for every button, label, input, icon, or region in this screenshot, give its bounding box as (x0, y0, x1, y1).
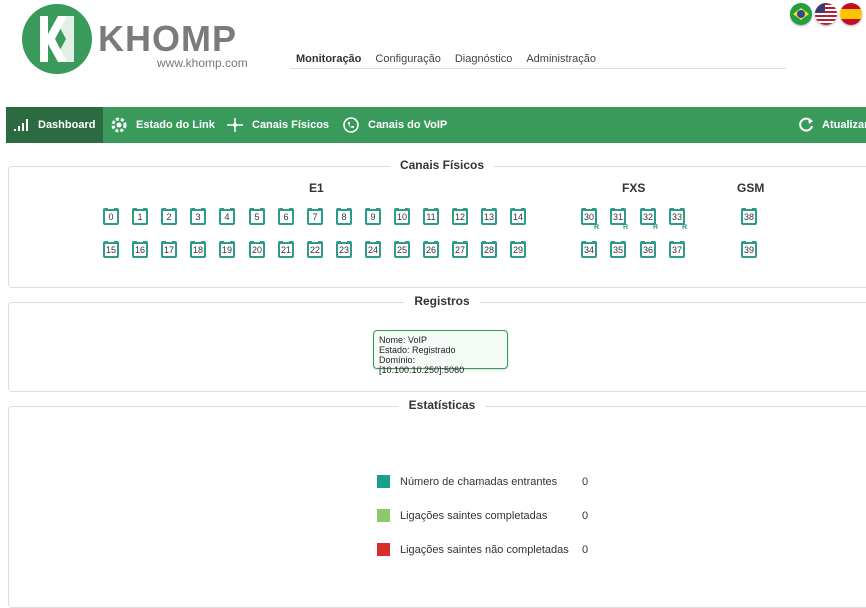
channel-port[interactable]: 11 (423, 207, 439, 225)
network-icon (226, 116, 244, 134)
nav-configuracao[interactable]: Configuração (375, 53, 440, 68)
channel-port[interactable]: 12 (452, 207, 468, 225)
main-menu-bar: Dashboard Estado do Link Canais Físicos … (6, 107, 866, 143)
registration-name: Nome: VoIP (379, 335, 428, 345)
channel-port[interactable]: 9 (365, 207, 381, 225)
menu-canais-voip[interactable]: Canais do VoIP (342, 107, 447, 143)
channel-port[interactable]: 26 (423, 240, 439, 258)
stat-label: Ligações saintes não completadas (400, 543, 569, 556)
registration-state: Estado: Registrado (379, 345, 456, 355)
channel-port[interactable]: 39 (741, 240, 757, 258)
flag-usa-icon[interactable] (815, 3, 837, 25)
port-r-mark: R (623, 224, 629, 231)
group-gsm-label: GSM (737, 181, 765, 195)
stat-value: 0 (582, 543, 589, 556)
stat-swatch (377, 509, 390, 522)
channel-port[interactable]: 36 (640, 240, 656, 258)
channel-port[interactable]: 31 (610, 207, 626, 225)
channel-port[interactable]: 16 (132, 240, 148, 258)
group-e1-label: E1 (309, 181, 324, 195)
logo-mark (22, 4, 92, 74)
language-selector (790, 3, 862, 25)
channel-port[interactable]: 5 (249, 207, 265, 225)
channel-port[interactable]: 3 (190, 207, 206, 225)
top-nav: Monitoração Configuração Diagnóstico Adm… (290, 53, 786, 69)
refresh-button[interactable]: Atualizar (798, 107, 866, 143)
menu-canais-fisicos-label: Canais Físicos (252, 119, 330, 131)
channel-port[interactable]: 13 (481, 207, 497, 225)
nav-monitoracao[interactable]: Monitoração (296, 53, 361, 68)
channel-port[interactable]: 14 (510, 207, 526, 225)
menu-estado-link-label: Estado do Link (136, 119, 215, 131)
brand-name: KHOMP (98, 18, 237, 59)
channel-port[interactable]: 23 (336, 240, 352, 258)
channel-port[interactable]: 18 (190, 240, 206, 258)
khomp-logo: KHOMP www.khomp.com (22, 4, 262, 74)
channel-port[interactable]: 2 (161, 207, 177, 225)
port-r-mark: R (682, 224, 688, 231)
nav-administracao[interactable]: Administração (526, 53, 596, 68)
port-r-mark: R (653, 224, 659, 231)
menu-canais-fisicos[interactable]: Canais Físicos (226, 107, 329, 143)
channel-port[interactable]: 0 (103, 207, 119, 225)
channel-port[interactable]: 17 (161, 240, 177, 258)
menu-canais-voip-label: Canais do VoIP (368, 119, 448, 131)
registration-domain: Domínio: [10.100.10.250]:5060 (379, 355, 465, 375)
channel-port[interactable]: 19 (219, 240, 235, 258)
channel-port[interactable]: 15 (103, 240, 119, 258)
channel-port[interactable]: 25 (394, 240, 410, 258)
estatisticas-panel: Estatísticas (8, 398, 866, 608)
channel-port[interactable]: 24 (365, 240, 381, 258)
flag-spain-icon[interactable] (840, 3, 862, 25)
brand-url: www.khomp.com (157, 56, 248, 70)
channel-port[interactable]: 27 (452, 240, 468, 258)
channel-port[interactable]: 10 (394, 207, 410, 225)
menu-dashboard[interactable]: Dashboard (6, 107, 103, 143)
refresh-icon (798, 117, 814, 133)
port-r-mark: R (594, 224, 600, 231)
stat-row: Número de chamadas entrantes 0 (377, 475, 588, 488)
menu-dashboard-label: Dashboard (38, 119, 96, 131)
phone-circle-icon (342, 116, 360, 134)
estatisticas-title: Estatísticas (398, 398, 486, 412)
channel-port[interactable]: 6 (278, 207, 294, 225)
channel-port[interactable]: 30 (581, 207, 597, 225)
channel-port[interactable]: 38 (741, 207, 757, 225)
registros-title: Registros (404, 294, 480, 308)
channel-port[interactable]: 34 (581, 240, 597, 258)
gear-icon (110, 116, 128, 134)
channel-port[interactable]: 22 (307, 240, 323, 258)
stat-row: Ligações saintes não completadas 0 (377, 543, 588, 556)
menu-estado-link[interactable]: Estado do Link (110, 107, 215, 143)
stat-row: Ligações saintes completadas 0 (377, 509, 588, 522)
signal-bars-icon (14, 119, 30, 131)
nav-diagnostico[interactable]: Diagnóstico (455, 53, 512, 68)
canais-fisicos-title: Canais Físicos (389, 158, 495, 172)
channel-port[interactable]: 35 (610, 240, 626, 258)
channel-port[interactable]: 37 (669, 240, 685, 258)
channel-port[interactable]: 32 (640, 207, 656, 225)
channel-port[interactable]: 8 (336, 207, 352, 225)
flag-brazil-icon[interactable] (790, 3, 812, 25)
channel-port[interactable]: 1 (132, 207, 148, 225)
channel-port[interactable]: 33 (669, 207, 685, 225)
refresh-label: Atualizar (822, 119, 866, 131)
voip-registration-card[interactable]: Nome: VoIP Estado: Registrado Domínio: [… (373, 330, 508, 375)
stat-swatch (377, 543, 390, 556)
stat-label: Número de chamadas entrantes (400, 475, 558, 488)
group-fxs-label: FXS (622, 181, 646, 195)
channel-port[interactable]: 4 (219, 207, 235, 225)
channel-port[interactable]: 29 (510, 240, 526, 258)
stat-value: 0 (582, 509, 589, 522)
channel-port[interactable]: 7 (307, 207, 323, 225)
stat-swatch (377, 475, 390, 488)
channel-port[interactable]: 20 (249, 240, 265, 258)
channel-port[interactable]: 28 (481, 240, 497, 258)
stat-label: Ligações saintes completadas (400, 509, 548, 522)
channel-port[interactable]: 21 (278, 240, 294, 258)
stat-value: 0 (582, 475, 589, 488)
